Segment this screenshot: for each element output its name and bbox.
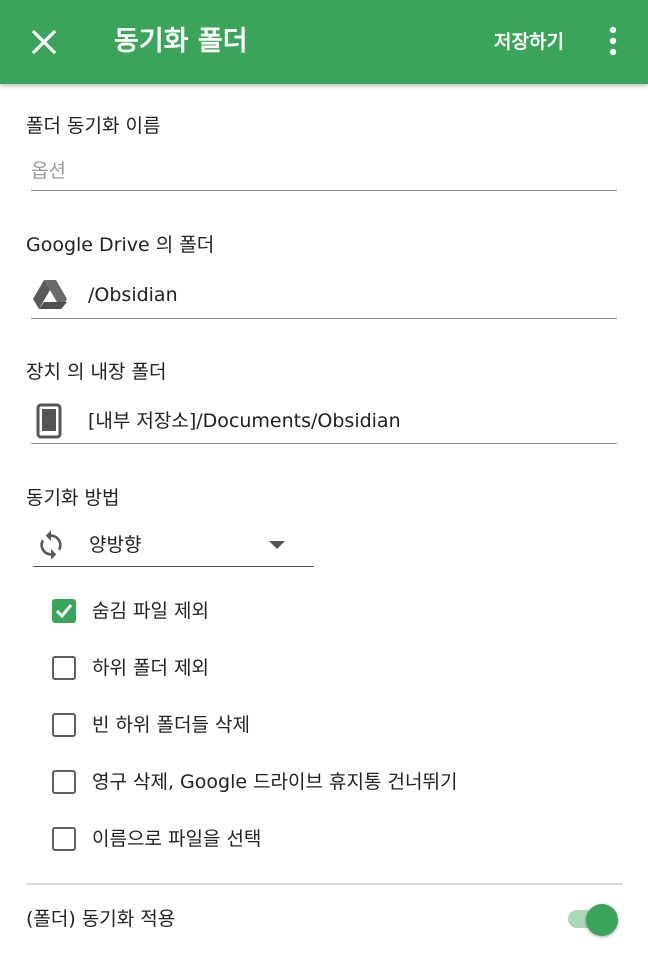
apply-sync-label: (폴더) 동기화 적용: [26, 908, 176, 930]
more-options-button[interactable]: [596, 20, 630, 64]
sync-name-input[interactable]: [31, 156, 617, 186]
device-folder-path: [내부 저장소]/Documents/Obsidian: [88, 410, 401, 432]
drive-folder-field[interactable]: /Obsidian: [31, 274, 617, 319]
sync-method-label: 동기화 방법: [26, 487, 120, 509]
close-button[interactable]: [22, 20, 66, 64]
device-folder-label: 장치 의 내장 폴더: [26, 361, 167, 383]
page-title: 동기화 폴더: [114, 26, 248, 57]
checkbox[interactable]: [52, 827, 76, 851]
option-permanent-delete[interactable]: 영구 삭제, Google 드라이브 휴지통 건너뛰기: [50, 767, 610, 801]
apply-sync-row[interactable]: (폴더) 동기화 적용: [26, 900, 622, 940]
sync-name-label: 폴더 동기화 이름: [26, 115, 161, 137]
sync-method-select[interactable]: 양방향: [33, 524, 314, 567]
checkbox[interactable]: [52, 713, 76, 737]
checkbox-label: 하위 폴더 제외: [92, 657, 209, 679]
sync-method-value: 양방향: [89, 534, 142, 556]
save-button[interactable]: 저장하기: [494, 26, 564, 58]
device-folder-field[interactable]: [내부 저장소]/Documents/Obsidian: [31, 400, 617, 444]
option-select-files-by-name[interactable]: 이름으로 파일을 선택: [50, 824, 610, 858]
divider: [26, 883, 623, 885]
sync-icon: [40, 530, 62, 560]
checkbox-label: 숨김 파일 제외: [92, 600, 209, 622]
google-drive-icon: [33, 280, 67, 309]
more-vert-icon: [609, 26, 617, 56]
option-exclude-subfolders[interactable]: 하위 폴더 제외: [50, 653, 610, 687]
check-icon: [55, 604, 73, 619]
dropdown-arrow-icon: [269, 541, 285, 549]
toggle-thumb[interactable]: [586, 904, 618, 936]
sync-name-field[interactable]: [31, 156, 617, 191]
checkbox-label: 이름으로 파일을 선택: [92, 828, 262, 850]
checkbox[interactable]: [52, 770, 76, 794]
drive-folder-label: Google Drive 의 폴더: [26, 234, 215, 256]
checkbox-label: 영구 삭제, Google 드라이브 휴지통 건너뛰기: [92, 771, 458, 793]
app-bar: 동기화 폴더 저장하기: [0, 0, 648, 84]
checkbox[interactable]: [52, 656, 76, 680]
checkbox[interactable]: [52, 599, 76, 623]
option-exclude-hidden-files[interactable]: 숨김 파일 제외: [50, 596, 610, 630]
phone-icon: [36, 403, 62, 439]
checkbox-label: 빈 하위 폴더들 삭제: [92, 714, 250, 736]
option-delete-empty-subfolders[interactable]: 빈 하위 폴더들 삭제: [50, 710, 610, 744]
drive-folder-path: /Obsidian: [88, 284, 178, 306]
close-icon: [31, 29, 57, 55]
